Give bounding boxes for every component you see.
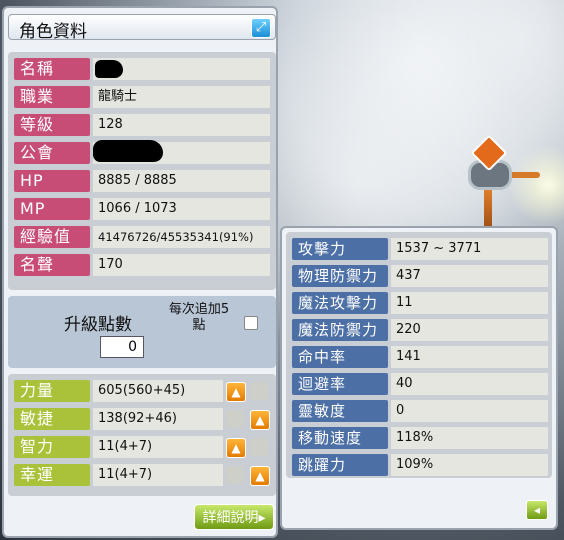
detail-label: 物理防禦力 — [292, 265, 388, 287]
profile-value — [93, 58, 270, 80]
stats-panel: 力量 605(560+45) ▲ 敏捷 138(92+46) ▲ 智力 11(4… — [8, 374, 276, 496]
detail-row: 迴避率 40 — [292, 373, 548, 395]
redaction-mark — [93, 140, 163, 162]
stat-label: 敏捷 — [14, 408, 90, 430]
stat-placeholder — [226, 466, 244, 484]
stat-up-button[interactable]: ▲ — [226, 382, 246, 402]
detail-value: 220 — [391, 319, 548, 341]
detail-value: 11 — [391, 292, 548, 314]
detail-value: 141 — [391, 346, 548, 368]
detail-label: 跳躍力 — [292, 454, 388, 476]
detail-value: 0 — [391, 400, 548, 422]
detail-row: 命中率 141 — [292, 346, 548, 368]
profile-row-hp: HP 8885 / 8885 — [14, 170, 270, 192]
auto-assign-label: 每次追加5 點 — [168, 302, 230, 333]
profile-row-job: 職業 龍騎士 — [14, 86, 270, 108]
profile-value: 龍騎士 — [93, 86, 270, 108]
stat-label: 幸運 — [14, 464, 90, 486]
profile-value: 170 — [93, 254, 270, 276]
redaction-mark — [95, 60, 123, 78]
stat-placeholder — [250, 438, 268, 456]
stat-value: 138(92+46) — [93, 408, 223, 430]
stat-row-str: 力量 605(560+45) ▲ — [14, 380, 270, 402]
stat-placeholder — [226, 410, 244, 428]
detail-row: 移動速度 118% — [292, 427, 548, 449]
detail-label: 迴避率 — [292, 373, 388, 395]
detail-row: 靈敏度 0 — [292, 400, 548, 422]
detail-row: 魔法攻擊力 11 — [292, 292, 548, 314]
detail-row: 跳躍力 109% — [292, 454, 548, 476]
stat-row-int: 智力 11(4+7) ▲ — [14, 436, 270, 458]
profile-label: 名稱 — [14, 58, 90, 80]
profile-label: 公會 — [14, 142, 90, 164]
profile-value — [93, 140, 270, 164]
profile-row-fame: 名聲 170 — [14, 254, 270, 276]
detail-value: 1537 ~ 3771 — [391, 238, 548, 260]
profile-row-guild: 公會 — [14, 140, 270, 164]
street-lamp — [462, 134, 540, 240]
profile-label: 職業 — [14, 86, 90, 108]
detail-stats-panel: 攻擊力 1537 ~ 3771 物理防禦力 437 魔法攻擊力 11 魔法防禦力… — [286, 232, 552, 478]
profile-row-name: 名稱 — [14, 58, 270, 80]
detail-label: 魔法防禦力 — [292, 319, 388, 341]
detail-value: 118% — [391, 427, 548, 449]
detail-row: 魔法防禦力 220 — [292, 319, 548, 341]
detail-value: 437 — [391, 265, 548, 287]
detail-label: 魔法攻擊力 — [292, 292, 388, 314]
profile-panel: 名稱 職業 龍騎士 等級 128 公會 HP 8885 / 8885 MP 10… — [8, 52, 276, 290]
stat-row-dex: 敏捷 138(92+46) ▲ — [14, 408, 270, 430]
expand-icon[interactable]: ⤢ — [251, 18, 271, 38]
stat-placeholder — [250, 382, 268, 400]
stat-label: 智力 — [14, 436, 90, 458]
window-titlebar[interactable]: 角色資料 ⤢ — [8, 14, 276, 42]
detail-label: 靈敏度 — [292, 400, 388, 422]
profile-label: 名聲 — [14, 254, 90, 276]
profile-row-level: 等級 128 — [14, 114, 270, 136]
ability-points-label: 升級點數 — [64, 315, 132, 335]
detail-label: 命中率 — [292, 346, 388, 368]
profile-row-exp: 經驗值 41476726/45535341(91%) — [14, 226, 270, 248]
stat-up-button[interactable]: ▲ — [226, 438, 246, 458]
detail-value: 109% — [391, 454, 548, 476]
profile-label: 等級 — [14, 114, 90, 136]
profile-value: 1066 / 1073 — [93, 198, 270, 220]
profile-label: MP — [14, 198, 90, 220]
stat-row-luk: 幸運 11(4+7) ▲ — [14, 464, 270, 486]
profile-row-mp: MP 1066 / 1073 — [14, 198, 270, 220]
stat-label: 力量 — [14, 380, 90, 402]
ability-points-panel: 升級點數 0 每次追加5 點 — [8, 296, 276, 368]
collapse-back-icon[interactable]: ◂ — [526, 500, 548, 520]
ability-points-field: 0 — [100, 336, 144, 358]
detail-button[interactable]: 詳細說明▸ — [194, 504, 274, 530]
profile-value: 41476726/45535341(91%) — [93, 226, 270, 248]
character-info-window: 角色資料 ⤢ 名稱 職業 龍騎士 等級 128 公會 HP 8885 / 888… — [2, 6, 278, 538]
profile-value: 8885 / 8885 — [93, 170, 270, 192]
detail-row: 物理防禦力 437 — [292, 265, 548, 287]
stat-value: 605(560+45) — [93, 380, 223, 402]
detail-label: 移動速度 — [292, 427, 388, 449]
profile-label: 經驗值 — [14, 226, 90, 248]
detail-stats-window: 攻擊力 1537 ~ 3771 物理防禦力 437 魔法攻擊力 11 魔法防禦力… — [280, 226, 558, 530]
window-title: 角色資料 — [19, 22, 87, 42]
stat-up-button[interactable]: ▲ — [250, 410, 270, 430]
stat-value: 11(4+7) — [93, 436, 223, 458]
profile-label: HP — [14, 170, 90, 192]
auto-assign-checkbox[interactable] — [244, 316, 258, 330]
detail-row: 攻擊力 1537 ~ 3771 — [292, 238, 548, 260]
stat-value: 11(4+7) — [93, 464, 223, 486]
detail-value: 40 — [391, 373, 548, 395]
stat-up-button[interactable]: ▲ — [250, 466, 270, 486]
profile-value: 128 — [93, 114, 270, 136]
detail-label: 攻擊力 — [292, 238, 388, 260]
